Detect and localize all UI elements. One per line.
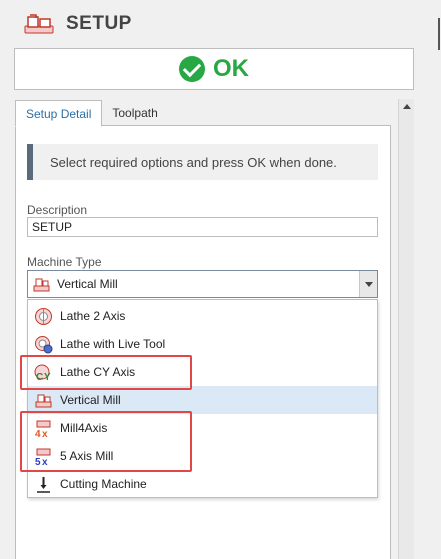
machine-type-selected-value: Vertical Mill	[57, 277, 118, 291]
description-label: Description	[27, 203, 88, 217]
vertical-mill-icon	[34, 391, 53, 410]
option-label: Lathe with Live Tool	[60, 337, 166, 351]
vertical-mill-icon	[32, 275, 51, 294]
cutting-machine-icon	[34, 475, 53, 494]
option-cutting-machine[interactable]: Cutting Machine	[28, 470, 377, 498]
tab-setup-detail[interactable]: Setup Detail	[15, 100, 103, 127]
info-message: Select required options and press OK whe…	[27, 144, 378, 180]
tab-toolpath[interactable]: Toolpath	[102, 100, 167, 126]
description-field[interactable]	[27, 217, 378, 237]
vertical-scrollbar[interactable]	[398, 99, 414, 559]
machine-type-select[interactable]: Vertical Mill	[27, 270, 378, 298]
ok-button[interactable]: OK	[14, 48, 414, 90]
highlight-multi-axis-mills	[20, 411, 192, 472]
panel-title: SETUP	[66, 13, 132, 34]
option-label: Lathe 2 Axis	[60, 309, 126, 323]
lathe-live-tool-icon	[34, 335, 53, 354]
check-circle-icon	[179, 56, 205, 82]
ok-button-label: OK	[213, 55, 249, 82]
machine-type-label: Machine Type	[27, 255, 102, 269]
panel-header: SETUP	[0, 0, 425, 48]
setup-machine-icon	[22, 11, 56, 37]
option-vertical-mill[interactable]: Vertical Mill	[28, 386, 377, 414]
option-label: Cutting Machine	[60, 477, 147, 491]
scroll-up-arrow-icon[interactable]	[399, 99, 414, 114]
tab-bar: Setup Detail Toolpath	[15, 100, 168, 127]
option-lathe-2-axis[interactable]: Lathe 2 Axis	[28, 302, 377, 330]
option-label: Vertical Mill	[60, 393, 121, 407]
chevron-down-icon[interactable]	[359, 271, 377, 297]
lathe-2-axis-icon	[34, 307, 53, 326]
right-edge	[425, 0, 441, 559]
option-lathe-live-tool[interactable]: Lathe with Live Tool	[28, 330, 377, 358]
highlight-lathe-cy-axis	[20, 355, 192, 390]
